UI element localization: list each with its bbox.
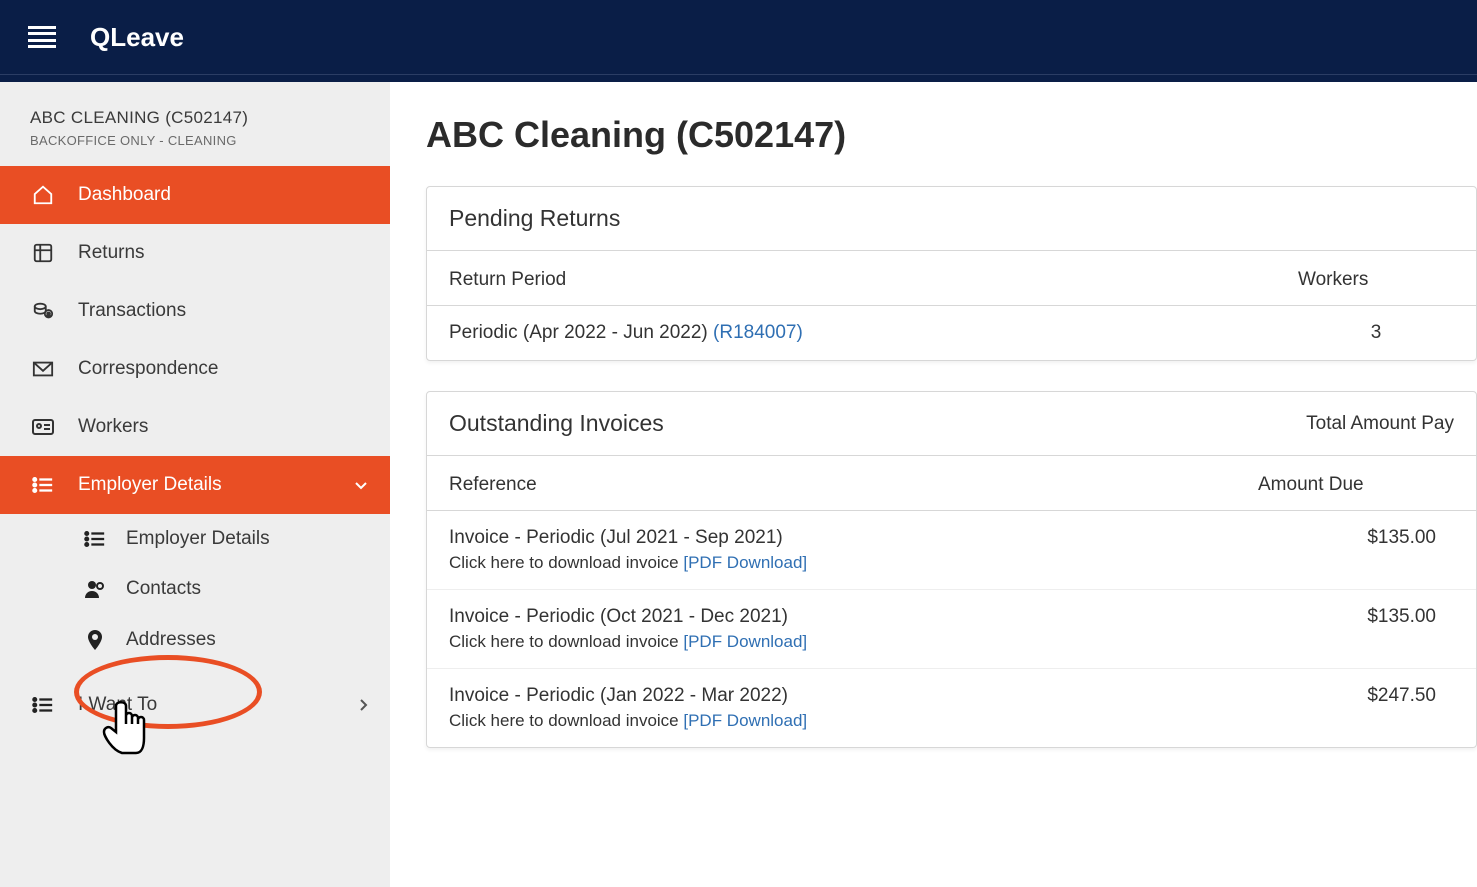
- workers-count: 3: [1276, 306, 1476, 361]
- nav-transactions[interactable]: $ Transactions: [0, 282, 390, 340]
- dl-prefix: Click here to download invoice: [449, 711, 683, 730]
- col-amount-due: Amount Due: [1236, 456, 1476, 511]
- chevron-down-icon: [354, 480, 368, 490]
- invoice-ref: Invoice - Periodic (Jul 2021 - Sep 2021): [449, 527, 1214, 549]
- nav-dashboard-label: Dashboard: [78, 184, 171, 206]
- col-reference: Reference: [427, 456, 1236, 511]
- pdf-download-link[interactable]: [PDF Download]: [683, 632, 807, 651]
- nav-workers-label: Workers: [78, 416, 148, 438]
- contacts-icon: [82, 578, 108, 600]
- outstanding-invoices-header: Outstanding Invoices Total Amount Pay: [427, 392, 1476, 456]
- returns-icon: [30, 242, 56, 264]
- subnav-employer-details-label: Employer Details: [126, 528, 270, 550]
- svg-text:$: $: [47, 313, 50, 319]
- main-content: ABC Cleaning (C502147) Pending Returns R…: [390, 82, 1477, 887]
- pending-returns-card: Pending Returns Return Period Workers Pe…: [426, 186, 1477, 361]
- page-title: ABC Cleaning (C502147): [426, 114, 1477, 156]
- nav-returns-label: Returns: [78, 242, 145, 264]
- return-period-text: Periodic (Apr 2022 - Jun 2022): [449, 322, 713, 343]
- table-row: Invoice - Periodic (Jul 2021 - Sep 2021)…: [427, 511, 1476, 590]
- pdf-download-link[interactable]: [PDF Download]: [683, 711, 807, 730]
- outstanding-invoices-table: Reference Amount Due Invoice - Periodic …: [427, 456, 1476, 747]
- nav-i-want-to[interactable]: I Want To: [0, 676, 390, 734]
- sidebar-context: ABC CLEANING (C502147) BACKOFFICE ONLY -…: [0, 82, 390, 166]
- pending-returns-header: Pending Returns: [427, 187, 1476, 251]
- transactions-icon: $: [30, 300, 56, 322]
- nav-i-want-to-label: I Want To: [78, 694, 157, 716]
- subnav-contacts[interactable]: Contacts: [0, 564, 390, 614]
- table-row: Invoice - Periodic (Oct 2021 - Dec 2021)…: [427, 590, 1476, 669]
- col-workers: Workers: [1276, 251, 1476, 306]
- home-icon: [30, 184, 56, 206]
- brand-name: QLeave: [90, 22, 184, 53]
- pending-returns-table: Return Period Workers Periodic (Apr 2022…: [427, 251, 1476, 360]
- context-subtitle: BACKOFFICE ONLY - CLEANING: [30, 133, 368, 148]
- list-icon: [82, 529, 108, 549]
- pdf-download-link[interactable]: [PDF Download]: [683, 553, 807, 572]
- nav-correspondence-label: Correspondence: [78, 358, 218, 380]
- envelope-icon: [30, 359, 56, 379]
- dl-prefix: Click here to download invoice: [449, 632, 683, 651]
- subnav-contacts-label: Contacts: [126, 578, 201, 600]
- subnav-addresses[interactable]: Addresses: [0, 614, 390, 666]
- pending-returns-title: Pending Returns: [449, 205, 620, 232]
- invoice-amount: $135.00: [1236, 511, 1476, 590]
- nav-employer-details-label: Employer Details: [78, 474, 222, 496]
- return-ref-link[interactable]: (R184007): [713, 322, 803, 343]
- nav-workers[interactable]: Workers: [0, 398, 390, 456]
- outstanding-invoices-title: Outstanding Invoices: [449, 410, 664, 437]
- topbar: QLeave: [0, 0, 1477, 74]
- subnav-addresses-label: Addresses: [126, 629, 216, 651]
- sidebar: ABC CLEANING (C502147) BACKOFFICE ONLY -…: [0, 82, 390, 887]
- pin-icon: [82, 628, 108, 652]
- col-return-period: Return Period: [427, 251, 1276, 306]
- nav-correspondence[interactable]: Correspondence: [0, 340, 390, 398]
- invoice-ref: Invoice - Periodic (Oct 2021 - Dec 2021): [449, 606, 1214, 628]
- list-icon: [30, 695, 56, 715]
- list-icon: [30, 475, 56, 495]
- id-card-icon: [30, 417, 56, 437]
- invoice-ref: Invoice - Periodic (Jan 2022 - Mar 2022): [449, 685, 1214, 707]
- invoice-amount: $135.00: [1236, 590, 1476, 669]
- context-title: ABC CLEANING (C502147): [30, 108, 368, 128]
- dl-prefix: Click here to download invoice: [449, 553, 683, 572]
- chevron-right-icon: [358, 698, 368, 712]
- nav-employer-details[interactable]: Employer Details: [0, 456, 390, 514]
- nav-transactions-label: Transactions: [78, 300, 186, 322]
- subnav-employer-details[interactable]: Employer Details: [0, 514, 390, 564]
- nav-returns[interactable]: Returns: [0, 224, 390, 282]
- invoice-amount: $247.50: [1236, 669, 1476, 748]
- menu-toggle-icon[interactable]: [28, 26, 56, 48]
- total-amount-label: Total Amount Pay: [1306, 413, 1454, 435]
- outstanding-invoices-card: Outstanding Invoices Total Amount Pay Re…: [426, 391, 1477, 748]
- table-row: Invoice - Periodic (Jan 2022 - Mar 2022)…: [427, 669, 1476, 748]
- table-row: Periodic (Apr 2022 - Jun 2022) (R184007)…: [427, 306, 1476, 361]
- nav-dashboard[interactable]: Dashboard: [0, 166, 390, 224]
- topbar-border: [0, 74, 1477, 82]
